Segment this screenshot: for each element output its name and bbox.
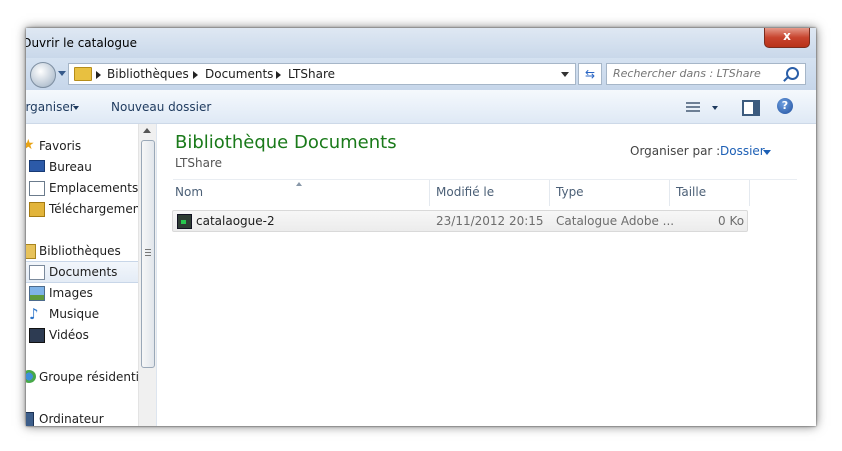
file-size: 0 Ko — [718, 214, 745, 228]
scroll-thumb[interactable] — [141, 140, 155, 368]
file-list-pane: Bibliothèque Documents LTShare Organiser… — [157, 124, 816, 426]
search-input[interactable] — [613, 67, 773, 80]
column-divider[interactable] — [429, 180, 430, 206]
videos-icon — [29, 328, 45, 343]
breadcrumb-separator-icon[interactable] — [276, 71, 281, 79]
documents-icon — [29, 265, 45, 280]
recent-places-icon — [29, 181, 45, 196]
sidebar-item-label: Favoris — [39, 139, 82, 153]
close-button[interactable]: x — [764, 28, 810, 48]
sidebar-item-label: Ordinateur — [39, 412, 104, 426]
sidebar-item-computer[interactable]: Ordinateur — [26, 409, 140, 426]
sidebar-item-label: Vidéos — [49, 328, 89, 342]
column-divider[interactable] — [549, 180, 550, 206]
column-divider[interactable] — [669, 180, 670, 206]
computer-icon — [26, 412, 34, 426]
breadcrumb-documents[interactable]: Documents — [205, 67, 273, 81]
sidebar-item-label: Emplacements ré — [49, 181, 140, 195]
sidebar-item-favorites[interactable]: ★ Favoris — [26, 136, 140, 156]
column-header-size[interactable]: Taille — [676, 185, 706, 199]
refresh-button[interactable]: ⇆ — [578, 63, 602, 85]
sidebar-item-videos[interactable]: Vidéos — [26, 325, 140, 345]
breadcrumb-ltshare[interactable]: LTShare — [288, 67, 335, 81]
breadcrumb[interactable]: Bibliothèques Documents LTShare — [68, 63, 576, 85]
breadcrumb-libraries[interactable]: Bibliothèques — [107, 67, 189, 81]
downloads-icon — [29, 202, 45, 217]
recent-pages-dropdown[interactable] — [58, 71, 66, 76]
pictures-icon — [29, 286, 45, 301]
sidebar-item-label: Images — [49, 286, 93, 300]
grip-icon — [145, 249, 151, 256]
search-icon[interactable] — [786, 67, 799, 80]
sidebar-item-music[interactable]: ♪ Musique — [26, 304, 140, 324]
arrange-by-label: Organiser par : — [630, 144, 721, 158]
scroll-up-icon[interactable] — [143, 128, 151, 133]
window-title: Ouvrir le catalogue — [26, 36, 137, 50]
homegroup-icon — [26, 370, 36, 383]
sidebar-item-label: Documents — [49, 265, 118, 279]
sidebar-item-desktop[interactable]: Bureau — [26, 157, 140, 177]
sidebar-item-label: Musique — [49, 307, 100, 321]
change-view-icon[interactable] — [686, 102, 700, 112]
column-divider[interactable] — [749, 180, 750, 206]
title-bar[interactable]: Ouvrir le catalogue x — [26, 28, 816, 58]
libraries-icon — [26, 244, 36, 259]
path-dropdown-icon[interactable] — [561, 72, 569, 77]
library-title: Bibliothèque Documents — [175, 132, 397, 153]
organize-dropdown-icon[interactable] — [73, 106, 79, 110]
sidebar-item-label: Téléchargements — [49, 202, 140, 216]
search-box[interactable] — [606, 63, 806, 85]
address-bar: Bibliothèques Documents LTShare ⇆ — [26, 58, 816, 90]
sidebar-item-documents[interactable]: Documents — [26, 261, 141, 283]
command-bar: Organiser Nouveau dossier ? — [26, 90, 816, 124]
sidebar-item-homegroup[interactable]: Groupe résidentiel — [26, 367, 138, 387]
back-button[interactable] — [30, 62, 56, 88]
column-header-name[interactable]: Nom — [175, 185, 203, 199]
sidebar-item-recent-places[interactable]: Emplacements ré — [26, 178, 140, 198]
desktop-icon — [29, 160, 45, 172]
file-type: Catalogue Adobe ... — [556, 214, 675, 228]
sidebar-item-pictures[interactable]: Images — [26, 283, 140, 303]
sidebar-item-label: Groupe résidentiel — [39, 370, 138, 384]
arrange-by-caret-icon[interactable] — [763, 150, 771, 155]
help-icon[interactable]: ? — [777, 98, 793, 114]
star-icon: ★ — [26, 137, 35, 153]
header-divider — [173, 179, 797, 180]
sidebar-item-downloads[interactable]: Téléchargements — [26, 199, 140, 219]
column-header-type[interactable]: Type — [556, 185, 584, 199]
organize-button[interactable]: Organiser — [26, 100, 75, 114]
lightroom-catalog-icon — [177, 214, 192, 229]
preview-pane-icon[interactable] — [742, 100, 760, 116]
new-folder-button[interactable]: Nouveau dossier — [111, 100, 211, 114]
sidebar-item-label: Bibliothèques — [39, 244, 121, 258]
table-row[interactable]: catalaogue-2 23/11/2012 20:15 Catalogue … — [172, 210, 748, 232]
music-icon: ♪ — [29, 305, 39, 323]
column-header-modified[interactable]: Modifié le — [436, 185, 494, 199]
breadcrumb-separator-icon[interactable] — [96, 71, 101, 79]
file-name: catalaogue-2 — [196, 214, 275, 228]
breadcrumb-separator-icon[interactable] — [193, 71, 198, 79]
view-options-dropdown-icon[interactable] — [712, 106, 718, 110]
sidebar-item-libraries[interactable]: Bibliothèques — [26, 241, 140, 261]
open-catalog-dialog: Ouvrir le catalogue x Bibliothèques Docu… — [26, 28, 816, 426]
navigation-pane: ★ Favoris Bureau Emplacements ré Télécha… — [26, 124, 157, 426]
arrange-by-dropdown[interactable]: Dossier — [720, 144, 765, 158]
library-subtitle: LTShare — [175, 156, 222, 170]
sidebar-scrollbar[interactable] — [138, 124, 156, 426]
sort-ascending-icon — [296, 182, 302, 186]
sidebar-item-label: Bureau — [49, 160, 92, 174]
folder-icon — [74, 67, 92, 81]
file-modified: 23/11/2012 20:15 — [436, 214, 544, 228]
